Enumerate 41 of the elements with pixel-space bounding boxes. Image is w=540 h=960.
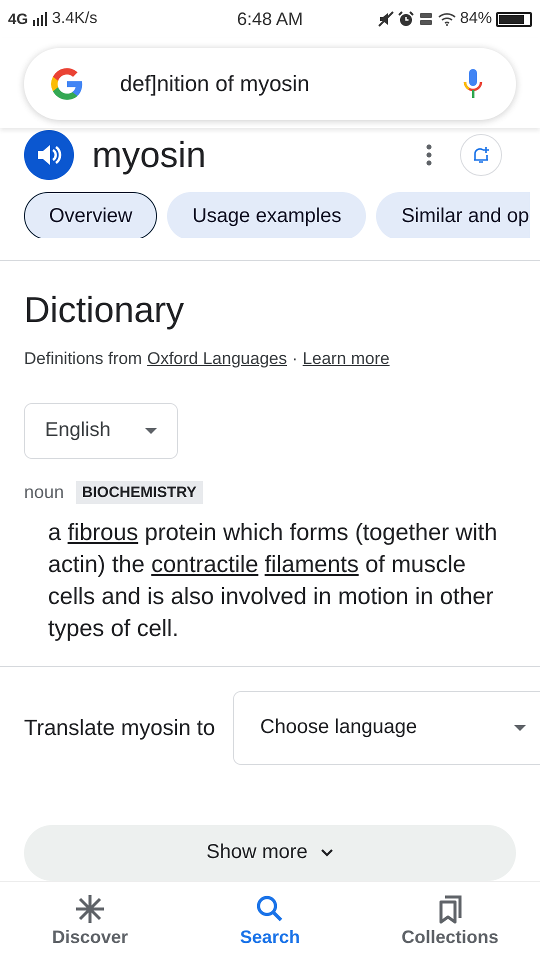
word-title: myosin	[92, 134, 208, 176]
nav-tab[interactable]: Discover	[15, 893, 165, 948]
wifi-icon	[438, 12, 456, 26]
battery-icon	[496, 12, 532, 26]
definition-link[interactable]: fibrous	[68, 518, 138, 545]
domain-tag: BIOCHEMISTRY	[76, 480, 202, 504]
more-options-icon[interactable]	[426, 144, 432, 166]
alarm-icon	[398, 11, 414, 27]
network-speed: 3.4K/s	[52, 10, 98, 28]
search-field[interactable]: def]nition of myosin	[24, 48, 516, 120]
language-select[interactable]: Choose language	[233, 690, 540, 765]
source-label: Definitions from	[24, 348, 142, 369]
mute-icon	[378, 11, 394, 27]
clock-time: 6:48 AM	[236, 8, 304, 30]
part-of-speech: noun	[24, 482, 64, 503]
source-link[interactable]: Oxford Languages	[147, 348, 287, 369]
microphone-icon[interactable]	[462, 68, 484, 100]
definition-text: a fibrous protein which forms (together with actin) the contractile filaments of muscle cells and is also involved in motion in other types of cell.	[48, 518, 498, 643]
dropdown-arrow-icon	[145, 428, 157, 434]
learn-more-link[interactable]: Learn more	[302, 348, 390, 369]
tab-chip[interactable]: Similar and op	[376, 192, 530, 238]
translate-label: Translate myosin to	[24, 714, 216, 741]
network-label: 4G	[8, 10, 28, 28]
tab-chip[interactable]: Usage examples	[167, 192, 366, 238]
show-more-button[interactable]: Show more	[24, 824, 516, 881]
nav-tab[interactable]: Collections	[375, 893, 525, 948]
definition-link[interactable]: filaments	[264, 550, 359, 577]
battery-percent: 84%	[460, 10, 492, 28]
follow-button[interactable]	[460, 134, 502, 176]
separator-dot: ·	[292, 348, 298, 369]
bell-plus-icon	[471, 145, 491, 165]
section-title: Dictionary	[24, 288, 186, 331]
definition-link[interactable]: contractile	[151, 550, 258, 577]
tab-chip[interactable]: Overview	[24, 192, 158, 238]
nav-tab[interactable]: Search	[195, 893, 345, 948]
dropdown-arrow-icon	[514, 724, 526, 731]
pronounce-button[interactable]	[24, 130, 74, 180]
signal-icon	[32, 12, 48, 26]
chevron-down-icon	[320, 848, 334, 858]
asterisk-icon	[74, 893, 106, 926]
language-dropdown[interactable]: English	[24, 402, 178, 459]
